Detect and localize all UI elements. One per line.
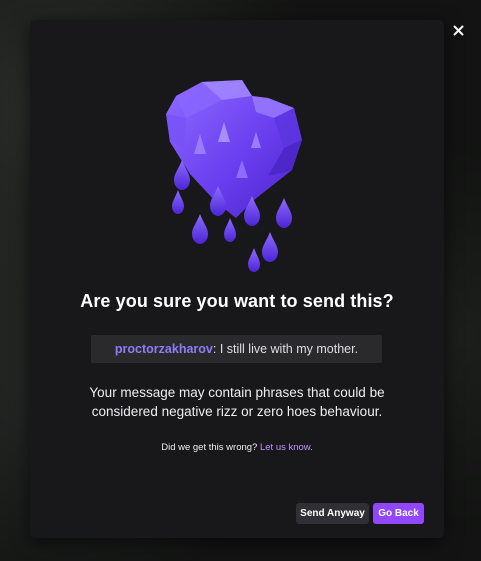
message-username: proctorzakharov — [114, 342, 213, 356]
close-button[interactable] — [448, 20, 468, 40]
go-back-button[interactable]: Go Back — [373, 503, 424, 524]
message-text: I still live with my mother. — [216, 342, 359, 356]
feedback-line: Did we get this wrong? Let us know. — [30, 442, 444, 453]
confirmation-dialog: Are you sure you want to send this? proc… — [30, 20, 444, 538]
let-us-know-link[interactable]: Let us know. — [260, 442, 313, 453]
feedback-text: Did we get this wrong? — [161, 442, 260, 453]
message-preview: proctorzakharov: I still live with my mo… — [91, 335, 382, 363]
close-icon — [453, 25, 463, 35]
dialog-title: Are you sure you want to send this? — [80, 291, 394, 311]
warning-text: Your message may contain phrases that co… — [89, 385, 385, 419]
dripping-heart-icon — [166, 80, 302, 272]
send-anyway-button[interactable]: Send Anyway — [296, 503, 369, 524]
